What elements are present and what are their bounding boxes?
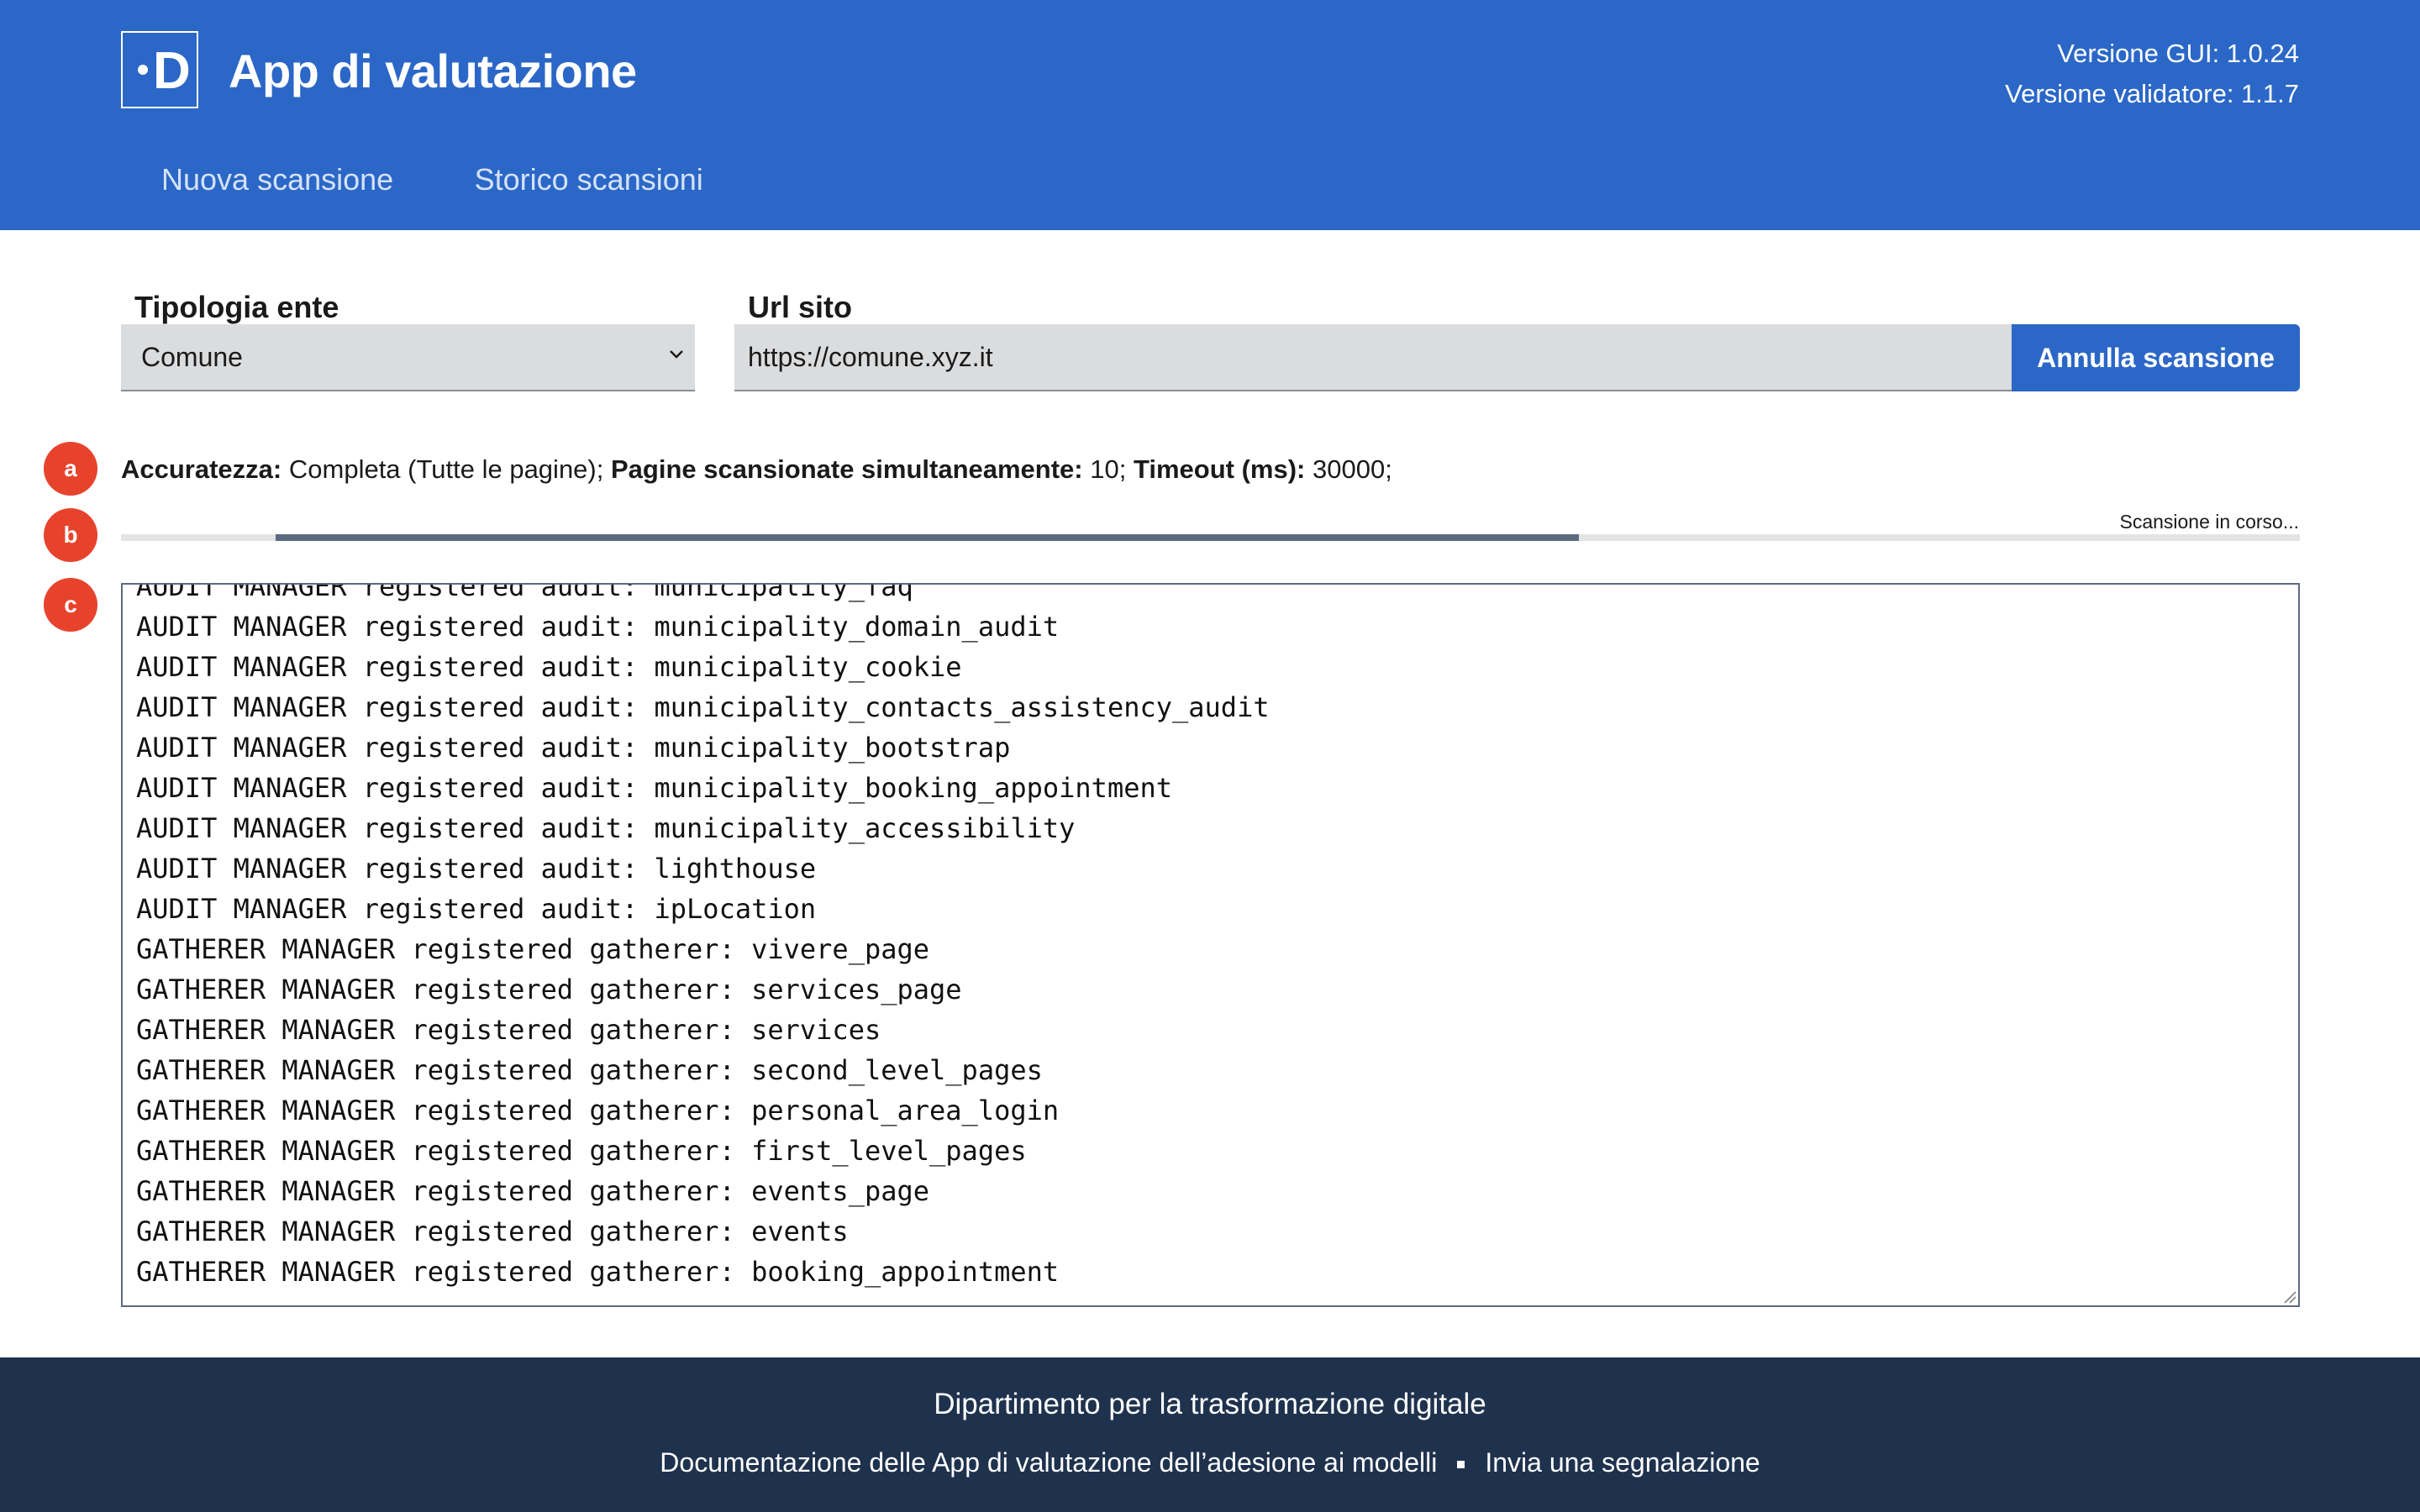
- timeout-label: Timeout (ms):: [1133, 454, 1306, 484]
- entity-type-label: Tipologia ente: [134, 290, 339, 324]
- log-line: AUDIT MANAGER registered audit: municipa…: [136, 812, 1076, 844]
- accuracy-value: Completa (Tutte le pagine);: [288, 454, 604, 484]
- timeout-value: 30000;: [1313, 454, 1392, 484]
- log-output[interactable]: AUDIT MANAGER registered audit: municipa…: [121, 583, 2300, 1307]
- nav-new-scan[interactable]: Nuova scansione: [161, 156, 393, 203]
- marker-c: c: [44, 578, 97, 632]
- log-line: GATHERER MANAGER registered gatherer: pe…: [136, 1095, 1060, 1126]
- log-line: AUDIT MANAGER registered audit: municipa…: [136, 772, 1172, 804]
- logo-dot: [138, 65, 148, 75]
- cancel-scan-button[interactable]: Annulla scansione: [2012, 324, 2300, 391]
- scan-settings: Accuratezza: Completa (Tutte le pagine);…: [121, 449, 1392, 491]
- log-line: AUDIT MANAGER registered audit: municipa…: [136, 583, 913, 602]
- marker-a: a: [44, 442, 97, 496]
- pages-label: Pagine scansionate simultaneamente:: [610, 454, 1083, 484]
- log-line: GATHERER MANAGER registered gatherer: se…: [136, 974, 962, 1005]
- entity-type-select[interactable]: Comune: [121, 324, 695, 391]
- app-header: D App di valutazione Versione GUI: 1.0.2…: [0, 0, 2420, 230]
- log-line: GATHERER MANAGER registered gatherer: fi…: [136, 1135, 1027, 1167]
- footer-link-docs[interactable]: Documentazione delle App di valutazione …: [660, 1447, 1437, 1478]
- log-lines: AUDIT MANAGER registered audit: municipa…: [136, 583, 1270, 1292]
- log-line: AUDIT MANAGER registered audit: municipa…: [136, 732, 1011, 764]
- main-nav: Nuova scansione Storico scansioni: [161, 156, 781, 203]
- log-line: GATHERER MANAGER registered gatherer: ev…: [136, 1175, 930, 1207]
- log-line: AUDIT MANAGER registered audit: municipa…: [136, 651, 962, 683]
- url-input[interactable]: https://comune.xyz.it: [734, 324, 2012, 391]
- footer-title: Dipartimento per la trasformazione digit…: [934, 1388, 1486, 1420]
- log-line: AUDIT MANAGER registered audit: municipa…: [136, 611, 1060, 643]
- marker-b: b: [44, 508, 97, 562]
- log-line: GATHERER MANAGER registered gatherer: se…: [136, 1054, 1043, 1086]
- pages-value: 10;: [1090, 454, 1127, 484]
- logo-letter: D: [153, 42, 191, 100]
- accuracy-label: Accuratezza:: [121, 454, 282, 484]
- log-line: AUDIT MANAGER registered audit: ipLocati…: [136, 893, 817, 925]
- footer-separator: [1457, 1461, 1465, 1469]
- gui-version: Versione GUI: 1.0.24: [2057, 39, 2299, 68]
- log-line: AUDIT MANAGER registered audit: lighthou…: [136, 853, 817, 885]
- progress-bar: [121, 534, 2300, 541]
- app-title: App di valutazione: [229, 45, 637, 97]
- log-line: GATHERER MANAGER registered gatherer: ev…: [136, 1215, 849, 1247]
- log-line: GATHERER MANAGER registered gatherer: bo…: [136, 1256, 1060, 1288]
- url-label: Url sito: [748, 290, 853, 324]
- validator-version: Versione validatore: 1.1.7: [2005, 79, 2299, 108]
- log-line: AUDIT MANAGER registered audit: municipa…: [136, 691, 1270, 723]
- log-line: GATHERER MANAGER registered gatherer: se…: [136, 1014, 881, 1046]
- resize-handle-icon[interactable]: [2281, 1289, 2296, 1304]
- footer-links: Documentazione delle App di valutazione …: [0, 1441, 2420, 1483]
- version-info: Versione GUI: 1.0.24 Versione validatore…: [2005, 34, 2299, 114]
- log-line: GATHERER MANAGER registered gatherer: vi…: [136, 933, 930, 965]
- footer: Dipartimento per la trasformazione digit…: [0, 1357, 2420, 1512]
- logo: D: [121, 31, 198, 108]
- progress-fill: [276, 534, 1579, 541]
- url-value: https://comune.xyz.it: [748, 342, 993, 372]
- footer-link-report[interactable]: Invia una segnalazione: [1485, 1447, 1760, 1478]
- entity-type-value: Comune: [141, 342, 243, 372]
- nav-scan-history[interactable]: Storico scansioni: [475, 156, 703, 203]
- chevron-down-icon: [670, 350, 683, 359]
- progress-status: Scansione in corso...: [2119, 511, 2299, 533]
